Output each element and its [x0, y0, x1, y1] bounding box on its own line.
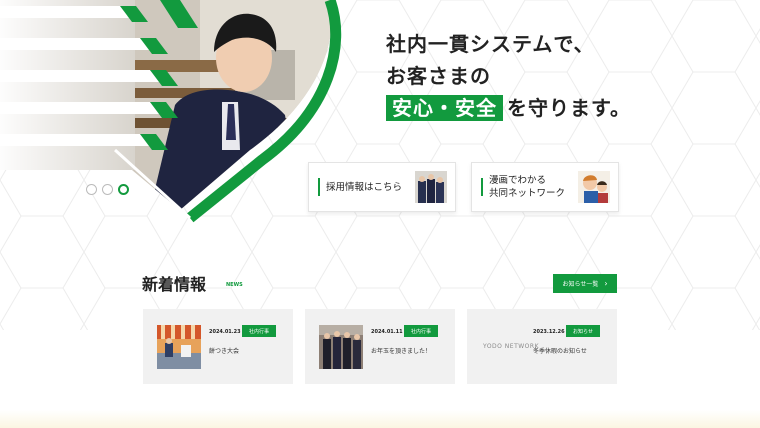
chevron-right-icon: › [604, 279, 608, 288]
manga-card-line-1: 漫画でわかる [489, 175, 547, 186]
headline-line-1: 社内一貫システムで、 [386, 32, 595, 56]
headline-line-2: お客さまの [386, 64, 491, 88]
hero-headline: 社内一貫システムで、 お客さまの 安心・安全 を守ります。 [386, 28, 631, 124]
news-category-badge: 社内行事 [242, 325, 276, 337]
news-all-button-label: お知らせ一覧 [562, 281, 599, 288]
news-title: 冬季休暇のお知らせ [533, 348, 587, 355]
headline-line-3-rest: を守ります。 [507, 96, 631, 120]
news-thumbnail-image [157, 325, 201, 369]
news-title: お年玉を頂きました！ [371, 348, 432, 355]
news-title: 餅つき大会 [209, 348, 240, 355]
manga-card-link[interactable]: 漫画でわかる 共同ネットワーク [471, 162, 619, 212]
manga-card-line-2: 共同ネットワーク [489, 188, 566, 199]
recruit-card-link[interactable]: 採用情報はこちら [308, 162, 456, 212]
slider-dots [86, 184, 129, 195]
news-date: 2023.12.26 [533, 329, 565, 335]
news-item[interactable]: YODO NETWORK 2023.12.26 お知らせ 冬季休暇のお知らせ [467, 309, 617, 384]
slider-dot-3-active[interactable] [118, 184, 129, 195]
news-thumbnail-image [319, 325, 363, 369]
headline-highlight: 安心・安全 [386, 95, 503, 121]
company-logo-text: YODO NETWORK [483, 343, 540, 350]
news-item[interactable]: 2024.01.23 社内行事 餅つき大会 [143, 309, 293, 384]
news-section-title: 新着情報 [142, 275, 207, 294]
news-date: 2024.01.23 [209, 329, 241, 335]
headline-line-3: 安心・安全 を守ります。 [386, 92, 631, 124]
news-all-button[interactable]: お知らせ一覧 › [553, 274, 617, 293]
recruit-card-label: 採用情報はこちら [326, 181, 403, 193]
slider-dot-2[interactable] [102, 184, 113, 195]
news-category-badge: 社内行事 [404, 325, 438, 337]
slider-dot-1[interactable] [86, 184, 97, 195]
news-section-subtitle: NEWS [226, 282, 243, 288]
news-date: 2024.01.11 [371, 329, 403, 335]
footer-gradient-strip [0, 410, 760, 428]
recruit-thumbnail-image [415, 171, 447, 203]
news-item[interactable]: 2024.01.11 社内行事 お年玉を頂きました！ [305, 309, 455, 384]
manga-thumbnail-image [578, 171, 610, 203]
news-category-badge: お知らせ [566, 325, 600, 337]
